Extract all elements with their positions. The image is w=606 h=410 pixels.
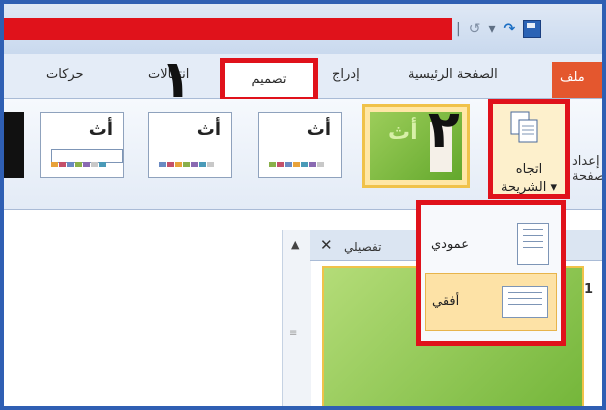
app-window: | ↺ ▾ ↷ حركات انتقالات إدراج الصفحة الرئ… bbox=[0, 0, 606, 410]
color-swatch bbox=[269, 162, 276, 167]
theme-sample-text: أث bbox=[388, 120, 418, 145]
tab-file[interactable]: ملف bbox=[552, 62, 602, 98]
color-swatch bbox=[317, 162, 324, 167]
landscape-page-icon bbox=[502, 286, 548, 318]
toolbar-separator: | bbox=[456, 21, 461, 37]
tab-home[interactable]: الصفحة الرئيسية bbox=[408, 67, 498, 82]
theme-color-swatches bbox=[159, 162, 214, 167]
annotation-number-1: ١ bbox=[160, 50, 192, 110]
color-swatch bbox=[67, 162, 74, 167]
color-swatch bbox=[285, 162, 292, 167]
slide-orientation-button[interactable]: اتجاه الشريحة ▾ bbox=[488, 99, 570, 199]
scroll-grip-icon[interactable]: ≡ bbox=[289, 328, 303, 342]
redo-icon[interactable]: ↷ bbox=[503, 21, 515, 37]
tab-design[interactable]: تصميم bbox=[220, 58, 318, 102]
tab-insert[interactable]: إدراج bbox=[332, 67, 360, 82]
theme-thumbnail[interactable]: أث bbox=[258, 112, 342, 178]
vertical-scrollbar[interactable]: ▲ ≡ bbox=[282, 230, 311, 406]
color-swatch bbox=[207, 162, 214, 167]
theme-bar bbox=[51, 149, 123, 163]
title-redaction-bar bbox=[4, 18, 452, 40]
annotation-number-2: ٢ bbox=[428, 100, 460, 160]
color-swatch bbox=[191, 162, 198, 167]
dropdown-arrow-icon[interactable]: ▾ bbox=[488, 21, 495, 37]
color-swatch bbox=[277, 162, 284, 167]
orientation-dropdown-menu: عمودي أفقي bbox=[416, 200, 566, 346]
color-swatch bbox=[83, 162, 90, 167]
slide-orientation-label-2: الشريحة ▾ bbox=[501, 180, 557, 195]
theme-thumbnail-dark[interactable] bbox=[4, 112, 24, 178]
slide-orientation-icon bbox=[510, 111, 538, 143]
color-swatch bbox=[175, 162, 182, 167]
color-swatch bbox=[51, 162, 58, 167]
scroll-up-icon[interactable]: ▲ bbox=[291, 238, 299, 251]
theme-color-swatches bbox=[269, 162, 324, 167]
color-swatch bbox=[167, 162, 174, 167]
quick-access-toolbar: | ↺ ▾ ↷ bbox=[456, 14, 602, 44]
menu-item-landscape-label: أفقي bbox=[432, 294, 460, 309]
slide-number: 1 bbox=[584, 282, 594, 297]
menu-item-portrait-label: عمودي bbox=[431, 237, 469, 252]
save-icon[interactable] bbox=[523, 20, 542, 38]
theme-sample-text: أث bbox=[88, 119, 113, 140]
portrait-page-icon bbox=[517, 223, 549, 265]
theme-sample-text: أث bbox=[196, 119, 221, 140]
color-swatch bbox=[293, 162, 300, 167]
tab-animations[interactable]: حركات bbox=[46, 67, 84, 82]
page-setup-group-partial[interactable]: إعداد الصفحة bbox=[572, 154, 602, 184]
menu-item-landscape[interactable]: أفقي bbox=[425, 273, 557, 331]
close-icon[interactable]: ✕ bbox=[320, 236, 333, 254]
color-swatch bbox=[91, 162, 98, 167]
theme-thumbnail[interactable]: أث bbox=[148, 112, 232, 178]
slide-orientation-label: اتجاه bbox=[515, 162, 543, 177]
color-swatch bbox=[159, 162, 166, 167]
color-swatch bbox=[199, 162, 206, 167]
theme-sample-text: أث bbox=[306, 119, 331, 140]
color-swatch bbox=[301, 162, 308, 167]
color-swatch bbox=[183, 162, 190, 167]
theme-thumbnail[interactable]: أث bbox=[40, 112, 124, 178]
color-swatch bbox=[99, 162, 106, 167]
color-swatch bbox=[59, 162, 66, 167]
color-swatch bbox=[75, 162, 82, 167]
slide-editing-pane[interactable] bbox=[4, 230, 282, 406]
menu-item-portrait[interactable]: عمودي bbox=[425, 217, 557, 275]
theme-color-swatches bbox=[51, 162, 106, 167]
color-swatch bbox=[309, 162, 316, 167]
tab-outline[interactable]: تفصيلي bbox=[344, 240, 414, 254]
undo-icon[interactable]: ↺ bbox=[469, 21, 481, 37]
